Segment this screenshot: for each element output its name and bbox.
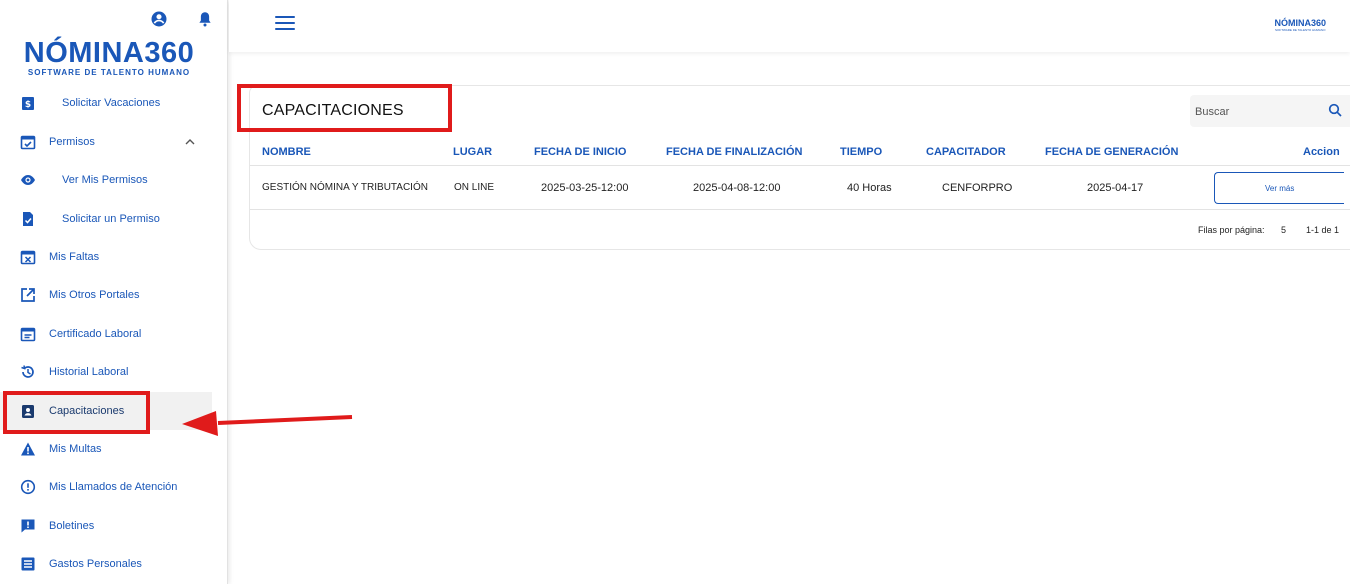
sidebar-top-icons <box>150 10 214 28</box>
list-icon <box>20 556 36 572</box>
highlight-box-sidebar <box>3 391 150 434</box>
cell-capacitador: CENFORPRO <box>942 182 1013 194</box>
sidebar: NÓMINA360 SOFTWARE DE TALENTO HUMANO $ S… <box>0 0 228 584</box>
sidebar-item-label: Boletines <box>49 520 95 532</box>
column-header-lugar[interactable]: LUGAR <box>453 146 492 158</box>
sidebar-item-solicitar-permiso[interactable]: Solicitar un Permiso <box>0 200 227 238</box>
topbar-logo-tagline: SOFTWARE DE TALENTO HUMANO <box>1275 28 1326 32</box>
annotation-arrow <box>182 411 353 436</box>
calendar-check-icon <box>20 134 36 150</box>
eye-icon <box>20 172 36 188</box>
calendar-x-icon <box>20 249 36 265</box>
topbar-logo: NÓMINA360 SOFTWARE DE TALENTO HUMANO <box>1274 18 1326 32</box>
svg-text:$: $ <box>25 100 31 110</box>
topbar-logo-name: NÓMINA360 <box>1274 18 1326 28</box>
brand-name: NÓMINA360 <box>23 37 195 69</box>
search-placeholder: Buscar <box>1195 106 1230 118</box>
sidebar-item-label: Solicitar un Permiso <box>62 213 160 225</box>
search-input[interactable]: Buscar <box>1190 95 1350 127</box>
ver-mas-button[interactable]: Ver más <box>1214 172 1344 204</box>
sidebar-item-label: Ver Mis Permisos <box>62 174 148 186</box>
sidebar-item-label: Mis Llamados de Atención <box>49 481 178 493</box>
menu-icon[interactable] <box>275 16 295 32</box>
warning-icon <box>20 441 36 457</box>
sidebar-item-solicitar-vacaciones[interactable]: $ Solicitar Vacaciones <box>0 84 227 122</box>
column-header-accion: Accion <box>1303 146 1340 158</box>
sidebar-item-label: Solicitar Vacaciones <box>62 97 161 109</box>
sidebar-item-label: Gastos Personales <box>49 558 142 570</box>
sidebar-item-boletines[interactable]: Boletines <box>0 507 227 545</box>
sidebar-item-label: Mis Multas <box>49 443 102 455</box>
brand-logo: NÓMINA360 SOFTWARE DE TALENTO HUMANO <box>0 38 218 77</box>
sidebar-item-historial-laboral[interactable]: Historial Laboral <box>0 353 227 391</box>
cell-lugar: ON LINE <box>454 182 495 193</box>
cell-fecha-fin: 2025-04-08-12:00 <box>693 182 781 194</box>
account-icon[interactable] <box>150 10 168 28</box>
column-header-fecha-generacion[interactable]: FECHA DE GENERACIÓN <box>1045 146 1178 158</box>
message-alert-icon <box>20 518 36 534</box>
header-divider <box>250 165 1350 166</box>
sidebar-item-mis-llamados[interactable]: Mis Llamados de Atención <box>0 468 227 506</box>
sidebar-item-label: Historial Laboral <box>49 366 129 378</box>
column-header-fecha-fin[interactable]: FECHA DE FINALIZACIÓN <box>666 146 802 158</box>
sidebar-item-mis-otros-portales[interactable]: Mis Otros Portales <box>0 276 227 314</box>
chevron-up-icon[interactable] <box>184 136 196 148</box>
sidebar-item-permisos[interactable]: Permisos <box>0 123 227 161</box>
highlight-box-title <box>237 84 452 132</box>
sidebar-item-certificado-laboral[interactable]: Certificado Laboral <box>0 315 227 353</box>
rows-per-page-select[interactable]: 5 <box>1281 225 1286 235</box>
search-icon[interactable] <box>1328 103 1342 117</box>
alert-circle-icon <box>20 479 36 495</box>
dollar-doc-icon: $ <box>20 95 36 111</box>
cell-nombre: GESTIÓN NÓMINA Y TRIBUTACIÓN <box>262 182 428 193</box>
external-link-icon <box>20 287 36 303</box>
sidebar-item-label: Permisos <box>49 136 95 148</box>
column-header-tiempo[interactable]: TIEMPO <box>840 146 882 158</box>
cell-fecha-inicio: 2025-03-25-12:00 <box>541 182 629 194</box>
bell-icon[interactable] <box>196 10 214 28</box>
sidebar-item-label: Mis Otros Portales <box>49 289 140 301</box>
sidebar-item-ver-mis-permisos[interactable]: Ver Mis Permisos <box>0 161 227 199</box>
sidebar-item-gastos-personales[interactable]: Gastos Personales <box>0 545 227 583</box>
pagination-range: 1-1 de 1 <box>1306 225 1340 235</box>
row-divider <box>250 209 1350 210</box>
history-icon <box>20 364 36 380</box>
cell-tiempo: 40 Horas <box>847 182 892 194</box>
doc-check-icon <box>20 211 36 227</box>
sidebar-item-mis-faltas[interactable]: Mis Faltas <box>0 238 227 276</box>
rows-per-page-label: Filas por página: <box>1198 225 1265 235</box>
sidebar-item-label: Certificado Laboral <box>49 328 142 340</box>
brand-tagline: SOFTWARE DE TALENTO HUMANO <box>27 68 191 77</box>
column-header-fecha-inicio[interactable]: FECHA DE INICIO <box>534 146 627 158</box>
sidebar-item-label: Mis Faltas <box>49 251 100 263</box>
app-root: NÓMINA360 SOFTWARE DE TALENTO HUMANO $ S… <box>0 0 1350 584</box>
cell-fecha-generacion: 2025-04-17 <box>1087 182 1144 194</box>
calendar-lines-icon <box>20 326 36 342</box>
column-header-capacitador[interactable]: CAPACITADOR <box>926 146 1006 158</box>
topbar: NÓMINA360 SOFTWARE DE TALENTO HUMANO <box>229 0 1350 52</box>
column-header-nombre[interactable]: NOMBRE <box>262 146 311 158</box>
